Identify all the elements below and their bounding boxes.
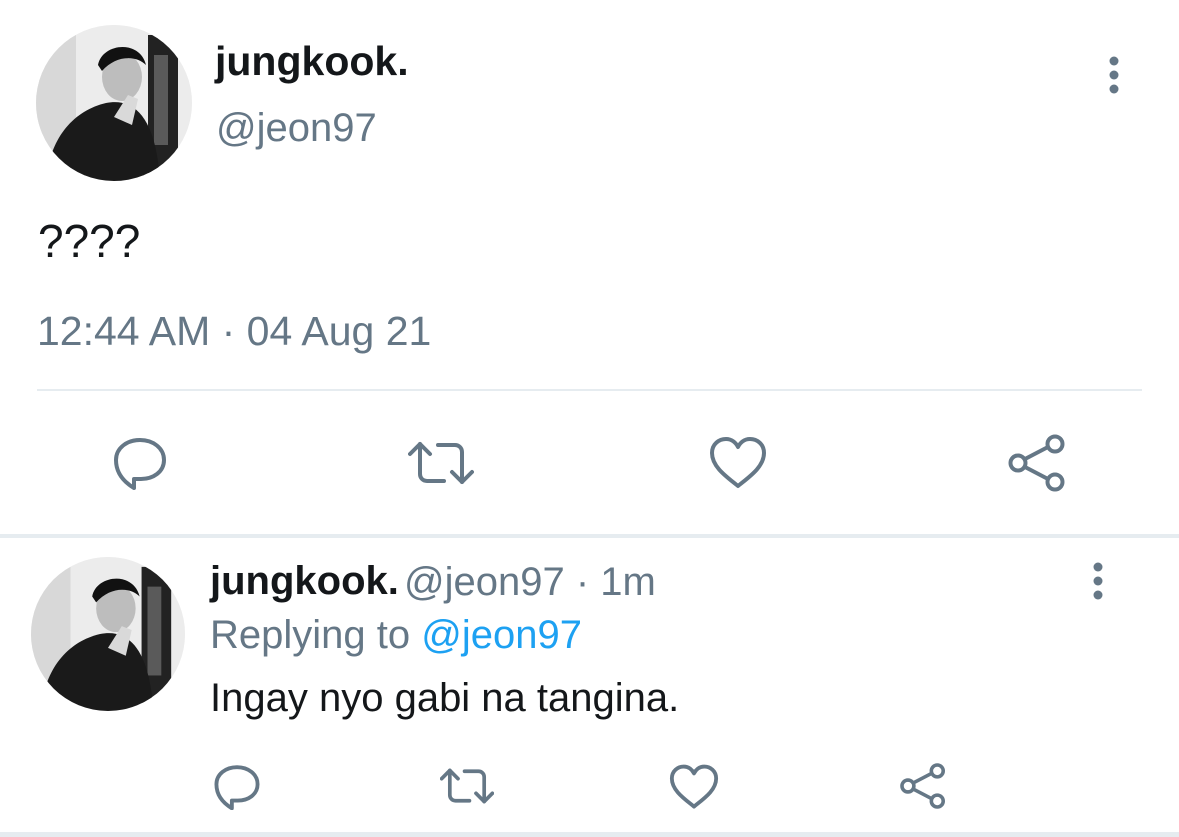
share-icon[interactable] <box>898 763 948 809</box>
replying-to: Replying to @jeon97 <box>210 613 582 658</box>
replying-mention-link[interactable]: @jeon97 <box>421 613 582 657</box>
divider <box>37 389 1142 391</box>
avatar-photo <box>36 25 192 181</box>
share-icon[interactable] <box>1006 434 1068 492</box>
reply-tweet-text: Ingay nyo gabi na tangina. <box>210 676 680 720</box>
handle[interactable]: @jeon97 <box>216 106 377 151</box>
retweet-icon[interactable] <box>408 440 474 486</box>
like-icon[interactable] <box>669 764 719 810</box>
retweet-icon[interactable] <box>440 767 494 805</box>
section-divider <box>0 534 1179 538</box>
display-name[interactable]: jungkook. <box>215 38 409 85</box>
tweet-timestamp[interactable]: 12:44 AM · 04 Aug 21 <box>37 308 431 355</box>
reply-handle-time[interactable]: @jeon97 · 1m <box>404 560 656 605</box>
like-icon[interactable] <box>709 436 767 490</box>
reply-avatar[interactable] <box>31 557 185 711</box>
replying-prefix: Replying to <box>210 613 411 657</box>
more-vertical-icon[interactable] <box>1085 562 1111 602</box>
reply-icon[interactable] <box>112 434 168 490</box>
avatar[interactable] <box>36 25 192 181</box>
section-divider <box>0 832 1179 837</box>
more-vertical-icon[interactable] <box>1100 56 1128 96</box>
reply-display-name[interactable]: jungkook. <box>210 559 399 604</box>
tweet-text: ???? <box>38 215 141 267</box>
avatar-photo <box>31 557 185 711</box>
reply-icon[interactable] <box>213 762 261 810</box>
